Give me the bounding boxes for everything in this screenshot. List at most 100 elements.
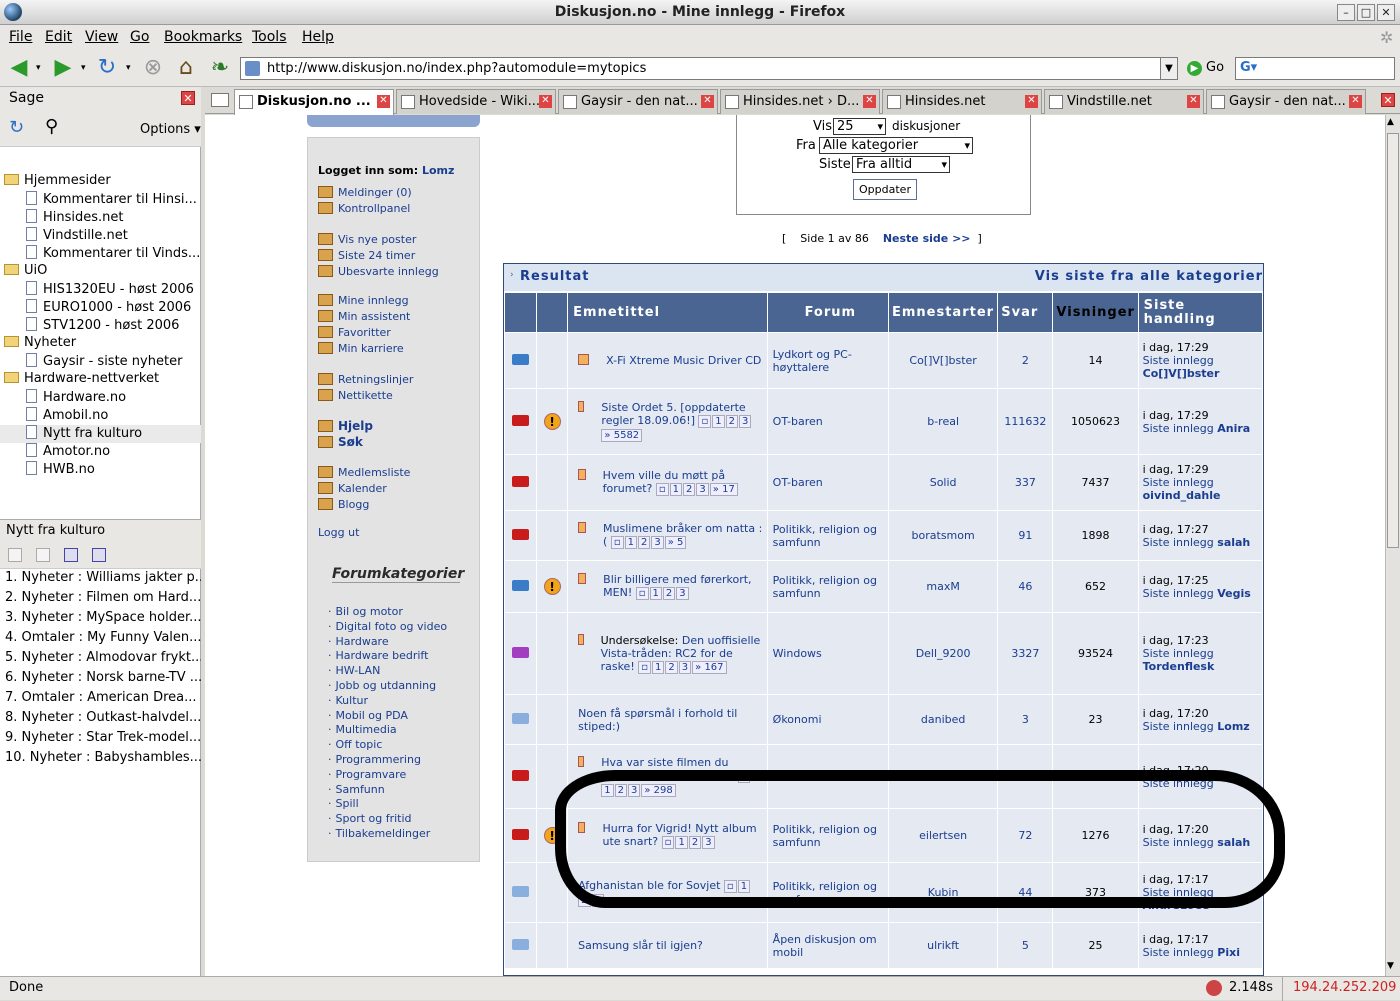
last-post-link[interactable]: Siste innlegg [1143, 422, 1214, 435]
feed-tree-item[interactable]: Hinsides.net [0, 209, 201, 227]
category-link[interactable]: · Sport og fritid [328, 812, 412, 825]
category-link[interactable]: · Hardware [328, 635, 389, 648]
page-link[interactable]: 3 [702, 836, 715, 849]
last-poster[interactable]: salah [1217, 836, 1250, 849]
category-link[interactable]: · Tilbakemeldinger [328, 827, 430, 840]
page-link[interactable]: 1 [675, 836, 688, 849]
menu-file[interactable]: File [9, 29, 32, 45]
new-posts-icon[interactable] [578, 354, 590, 365]
forum-link[interactable]: OT-baren [766, 388, 889, 455]
forum-nav-link[interactable]: Vis nye poster [318, 233, 416, 246]
category-link[interactable]: · Programvare [328, 768, 406, 781]
forum-nav-link[interactable]: Mine innlegg [318, 294, 409, 307]
category-link[interactable]: · Jobb og utdanning [328, 679, 436, 692]
next-page-link[interactable]: Neste side >> [883, 232, 971, 245]
forum-nav-link[interactable]: Ubesvarte innlegg [318, 265, 439, 278]
close-tab-icon[interactable]: ✕ [1381, 93, 1395, 107]
forum-link[interactable]: Politikk, religion og samfunn [766, 862, 889, 923]
category-link[interactable]: · Spill [328, 797, 359, 810]
category-link[interactable]: · HW-LAN [328, 664, 380, 677]
tab-1[interactable]: Hovedside - Wiki... ✕ [396, 89, 556, 114]
last-poster[interactable]: oivind_dahle [1143, 489, 1221, 502]
last-post-link[interactable]: Siste innlegg [1143, 777, 1214, 790]
page-link[interactable]: 3 [696, 483, 709, 496]
forum-link[interactable]: Film [766, 744, 889, 809]
fra-select[interactable]: Alle kategorier [819, 137, 973, 154]
last-poster[interactable]: Lomz [1217, 720, 1249, 733]
category-link[interactable]: · Off topic [328, 738, 382, 751]
stop-icon[interactable]: ⊗ [140, 55, 166, 81]
url-dropdown-icon[interactable]: ▼ [1160, 57, 1178, 80]
category-link[interactable]: · Samfunn [328, 783, 385, 796]
forum-link[interactable]: OT-baren [766, 454, 889, 511]
sage-leaf-icon[interactable]: ❧ [207, 55, 233, 81]
tab-4[interactable]: Hinsides.net ✕ [882, 89, 1042, 114]
vertical-scrollbar[interactable]: ▲ ▼ [1385, 115, 1400, 976]
page-link[interactable]: 1 [737, 879, 751, 893]
forum-link[interactable]: Åpen diskusjon om mobil [766, 922, 889, 969]
update-button[interactable]: Oppdater [853, 179, 917, 200]
url-input[interactable] [267, 60, 1147, 77]
forward-icon[interactable]: ▶ [50, 55, 76, 81]
menu-tools[interactable]: Tools [252, 29, 287, 45]
close-icon[interactable]: ✕ [1377, 4, 1395, 21]
new-posts-icon[interactable] [578, 573, 587, 584]
go-button[interactable]: ▶ Go [1187, 60, 1224, 76]
tab-3[interactable]: Hinsides.net › D... ✕ [720, 89, 880, 114]
feed-tree-item[interactable]: Amotor.no [0, 443, 201, 461]
search-engine-icon[interactable]: G▾ [1240, 60, 1257, 75]
view-all-link[interactable]: Vis siste fra alle kategorier [1035, 269, 1263, 284]
forum-nav-link[interactable]: Hjelp [318, 419, 373, 433]
feed-tree-item[interactable]: Gaysir - siste nyheter [0, 353, 201, 371]
feed-item[interactable]: 9. Nyheter : Star Trek-model... [5, 730, 201, 750]
tab-close-icon[interactable]: ✕ [377, 95, 390, 108]
page-link[interactable]: 2 [688, 836, 702, 849]
forum-link[interactable]: Politikk, religion og samfunn [766, 808, 889, 863]
category-link[interactable]: · Mobil og PDA [328, 709, 408, 722]
menu-edit[interactable]: Edit [45, 29, 72, 45]
menu-bookmarks[interactable]: Bookmarks [164, 29, 242, 45]
forum-nav-link[interactable]: Favoritter [318, 326, 391, 339]
forum-link[interactable]: Lydkort og PC-høyttalere [766, 332, 889, 389]
back-dropdown-icon[interactable]: ▾ [36, 63, 41, 73]
reply-count[interactable]: 3 [997, 694, 1054, 745]
last-poster[interactable]: Andre1983 [1143, 899, 1211, 912]
feed-item[interactable]: 1. Nyheter : Williams jakter p... [5, 570, 201, 590]
topic-starter[interactable]: Kubin [887, 862, 999, 923]
topic-starter[interactable]: eilertsen [887, 808, 999, 863]
sidebar-close-icon[interactable]: ✕ [181, 91, 195, 105]
mark-all-read-icon[interactable] [36, 548, 50, 562]
new-tab-icon[interactable] [211, 93, 229, 107]
menu-go[interactable]: Go [130, 29, 149, 45]
last-post-link[interactable]: Siste innlegg [1143, 720, 1214, 733]
last-post-link[interactable]: Siste innlegg [1143, 946, 1214, 959]
page-link[interactable]: » 167 [692, 660, 727, 674]
page-link[interactable]: 3 [676, 587, 689, 600]
topic-starter[interactable]: Co[]V[]bster [887, 332, 999, 389]
last-post-link[interactable]: Siste innlegg [1143, 836, 1214, 849]
tab-close-icon[interactable]: ✕ [701, 95, 714, 108]
page-link[interactable]: 1 [712, 415, 725, 428]
tab-close-icon[interactable]: ✕ [1349, 95, 1362, 108]
feed-item[interactable]: 10. Nyheter : Babyshambles... [5, 750, 201, 770]
reply-count[interactable]: 5 [997, 922, 1054, 969]
feed-tree-item[interactable]: Amobil.no [0, 407, 201, 425]
feed-tree-item[interactable]: STV1200 - høst 2006 [0, 317, 201, 335]
firebug-icon[interactable] [1206, 980, 1222, 996]
search-input[interactable]: G▾ [1235, 57, 1395, 80]
feed-folder[interactable]: Hardware-nettverket [0, 371, 201, 389]
menu-help[interactable]: Help [302, 29, 334, 45]
feed-item[interactable]: 4. Omtaler : My Funny Valen... [5, 630, 201, 650]
forum-link[interactable]: Økonomi [766, 694, 889, 745]
reload-dropdown-icon[interactable]: ▾ [126, 63, 131, 73]
options-menu[interactable]: Options ▾ [140, 122, 201, 137]
new-posts-icon[interactable] [578, 401, 585, 412]
refresh-feeds-icon[interactable]: ↻ [9, 117, 24, 138]
reply-count[interactable]: 5958 [997, 744, 1054, 809]
page-link[interactable]: » 5 [664, 536, 687, 549]
page-link[interactable]: 2 [578, 893, 591, 907]
home-icon[interactable]: ⌂ [173, 55, 199, 81]
reply-count[interactable]: 111632 [997, 388, 1054, 455]
page-link[interactable]: 2 [683, 483, 696, 496]
category-link[interactable]: · Digital foto og video [328, 620, 447, 633]
